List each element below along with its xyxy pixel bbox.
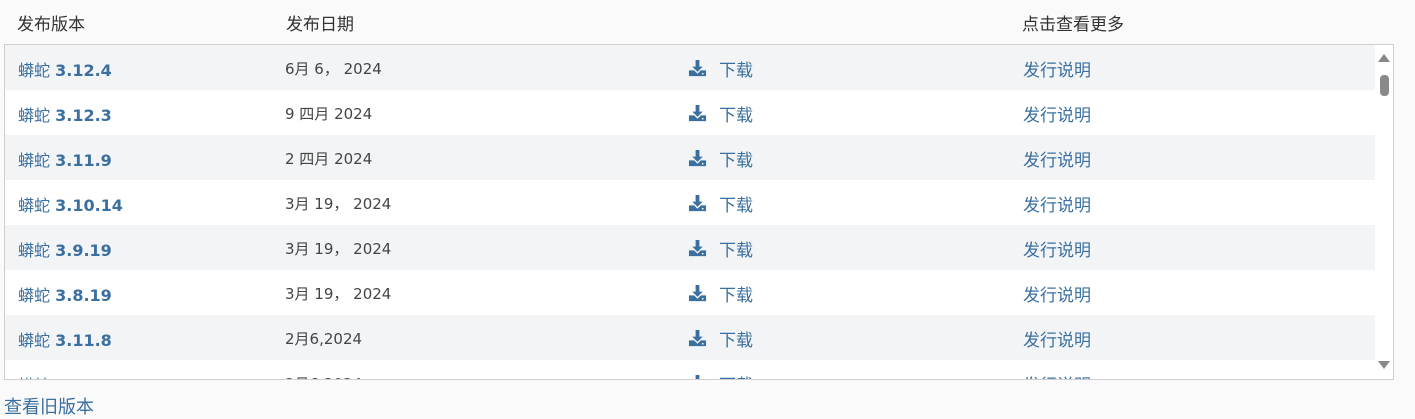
download-label: 下载 xyxy=(719,61,753,81)
release-date: 3月 19， 2024 xyxy=(285,240,392,258)
header-release-date: 发布日期 xyxy=(286,15,354,35)
release-date: 2 四月 2024 xyxy=(285,150,373,168)
download-icon xyxy=(688,329,707,347)
release-prefix: 蟒蛇 xyxy=(18,61,51,80)
scrollbar-thumb[interactable] xyxy=(1380,75,1389,96)
release-notes-link[interactable]: 发行说明 xyxy=(1023,281,1091,306)
download-label: 下载 xyxy=(719,196,753,216)
release-prefix: 蟒蛇 xyxy=(18,196,51,215)
release-version-link[interactable]: 蟒蛇 3.8.19 xyxy=(18,282,112,306)
release-prefix: 蟒蛇 xyxy=(18,241,51,260)
release-notes-link[interactable]: 发行说明 xyxy=(1023,326,1091,351)
release-row: 蟒蛇 3.12.4 6月 6， 2024 下载 发行说明 xyxy=(5,45,1375,90)
release-notes-link[interactable]: 发行说明 xyxy=(1023,101,1091,126)
release-version-number: 3.9.19 xyxy=(55,241,112,260)
download-link[interactable]: 下载 xyxy=(688,281,753,306)
download-icon xyxy=(688,194,707,212)
download-icon xyxy=(688,59,707,77)
release-notes-link[interactable]: 发行说明 xyxy=(1023,236,1091,261)
release-version-link[interactable]: 蟒蛇 3.12.3 xyxy=(18,102,112,126)
release-date: 2月6,2024 xyxy=(285,373,362,379)
release-notes-link[interactable]: 发行说明 xyxy=(1023,146,1091,171)
release-prefix: 蟒蛇 xyxy=(18,286,51,305)
view-old-versions-link[interactable]: 查看旧版本 xyxy=(4,393,94,419)
download-icon xyxy=(688,149,707,167)
release-version-number: 3.10.14 xyxy=(55,196,123,215)
release-notes-link[interactable]: 发行说明 xyxy=(1023,56,1091,81)
release-version-link[interactable]: 蟒蛇 3.11.8 xyxy=(18,327,112,351)
release-version-number: 3.11.8 xyxy=(55,331,112,350)
release-prefix: 蟒蛇 xyxy=(18,376,50,379)
download-label: 下载 xyxy=(719,286,753,306)
release-version-link[interactable]: 蟒蛇 3.11.9 xyxy=(18,147,112,171)
download-label: 下载 xyxy=(719,241,753,261)
release-prefix: 蟒蛇 xyxy=(18,106,51,125)
release-list[interactable]: 蟒蛇 3.12.4 6月 6， 2024 下载 发行说明 蟒蛇 3.12.3 9 四月 2… xyxy=(4,44,1394,380)
release-prefix: 蟒蛇 xyxy=(18,151,51,170)
release-version-link[interactable]: 蟒蛇 3.9.19 xyxy=(18,237,112,261)
release-rows: 蟒蛇 3.12.4 6月 6， 2024 下载 发行说明 蟒蛇 3.12.3 9 四月 2… xyxy=(5,45,1375,379)
release-row: 蟒蛇 3.10.14 3月 19， 2024 下载 发行说明 xyxy=(5,180,1375,225)
release-date: 6月 6， 2024 xyxy=(285,60,382,78)
release-date: 9 四月 2024 xyxy=(285,105,373,123)
release-row: 蟒蛇 3.11.8 2月6,2024 下载 发行说明 xyxy=(5,315,1375,360)
download-link[interactable]: 下载 xyxy=(688,56,753,81)
release-version-number: 3.12.3 xyxy=(55,106,112,125)
scroll-up-arrow-icon[interactable] xyxy=(1378,54,1390,62)
release-date: 3月 19， 2024 xyxy=(285,285,392,303)
download-icon xyxy=(688,104,707,122)
download-link[interactable]: 下载 xyxy=(688,371,753,379)
download-link[interactable]: 下载 xyxy=(688,191,753,216)
download-icon xyxy=(695,374,700,379)
release-date: 2月6,2024 xyxy=(285,330,363,348)
release-version-number: 3.8.19 xyxy=(55,286,112,305)
release-row: 蟒蛇 3.12.3 9 四月 2024 下载 发行说明 xyxy=(5,90,1375,135)
download-icon xyxy=(688,239,707,257)
download-label: 下载 xyxy=(719,371,753,379)
download-link[interactable]: 下载 xyxy=(688,101,753,126)
scrollbar[interactable] xyxy=(1375,45,1393,379)
download-label: 下载 xyxy=(719,151,753,171)
download-link[interactable]: 下载 xyxy=(688,326,753,351)
download-label: 下载 xyxy=(719,331,753,351)
header-release-version: 发布版本 xyxy=(17,15,85,35)
header-click-more: 点击查看更多 xyxy=(1022,15,1124,35)
release-version-number: 3.12.4 xyxy=(55,61,112,80)
release-version-link[interactable]: 蟒蛇 3.12.2 xyxy=(18,372,112,379)
release-version-link[interactable]: 蟒蛇 3.12.4 xyxy=(18,57,112,81)
release-notes-link[interactable]: 发行说明 xyxy=(1023,371,1091,379)
release-version-number: 3.12.2 xyxy=(55,376,112,379)
table-header: 发布版本 发布日期 点击查看更多 xyxy=(0,0,1415,44)
scroll-down-arrow-icon[interactable] xyxy=(1378,361,1390,369)
release-version-number: 3.11.9 xyxy=(55,151,112,170)
release-prefix: 蟒蛇 xyxy=(18,331,51,350)
release-date: 3月 19， 2024 xyxy=(285,195,392,213)
release-row: 蟒蛇 3.11.9 2 四月 2024 下载 发行说明 xyxy=(5,135,1375,180)
download-link[interactable]: 下载 xyxy=(688,146,753,171)
download-link[interactable]: 下载 xyxy=(688,236,753,261)
release-version-link[interactable]: 蟒蛇 3.10.14 xyxy=(18,192,123,216)
download-label: 下载 xyxy=(719,106,753,126)
download-icon xyxy=(688,284,707,302)
release-row: 蟒蛇 3.9.19 3月 19， 2024 下载 发行说明 xyxy=(5,225,1375,270)
release-notes-link[interactable]: 发行说明 xyxy=(1023,191,1091,216)
release-row: 蟒蛇 3.12.2 2月6,2024 下载 发行说明 xyxy=(5,360,1375,379)
release-row: 蟒蛇 3.8.19 3月 19， 2024 下载 发行说明 xyxy=(5,270,1375,315)
